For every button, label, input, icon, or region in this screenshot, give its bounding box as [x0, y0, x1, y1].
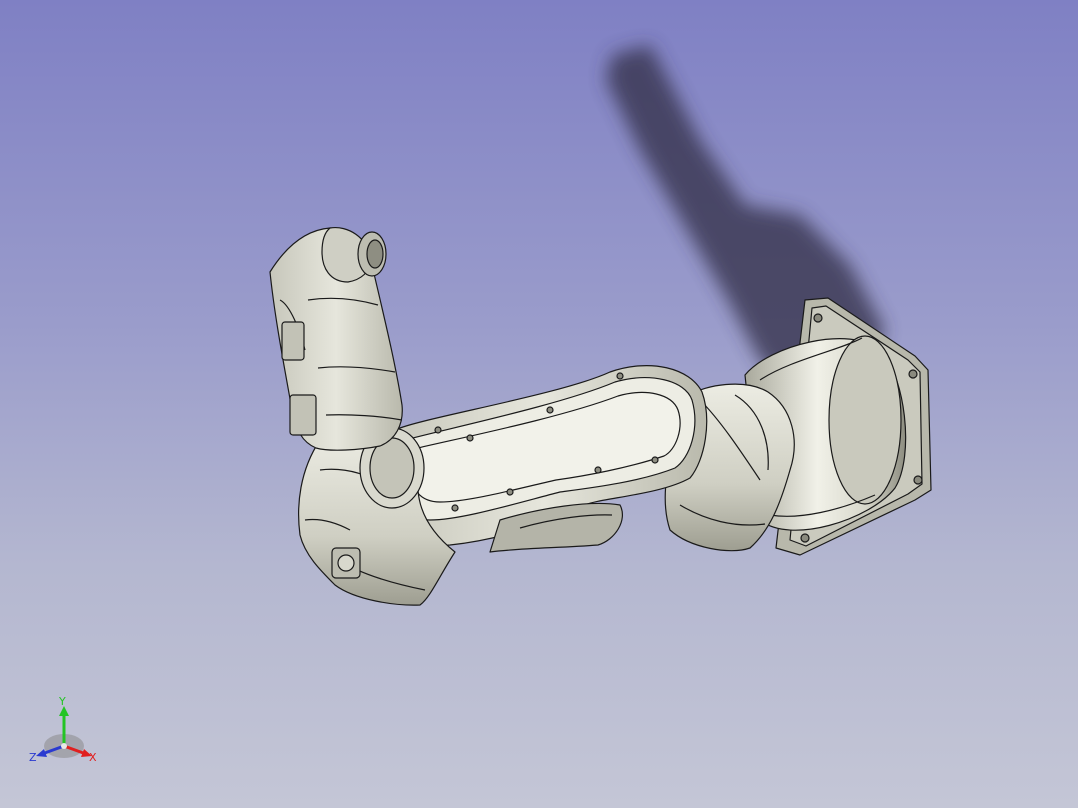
x-axis-label: X [89, 751, 97, 764]
z-axis-label: Z [29, 751, 37, 764]
axis-triad: Y X Z [28, 694, 104, 768]
y-axis-label: Y [59, 695, 66, 708]
model-scene[interactable] [0, 0, 1078, 808]
3d-viewport[interactable]: Y X Z [0, 0, 1078, 808]
wrist-flange [321, 227, 387, 283]
